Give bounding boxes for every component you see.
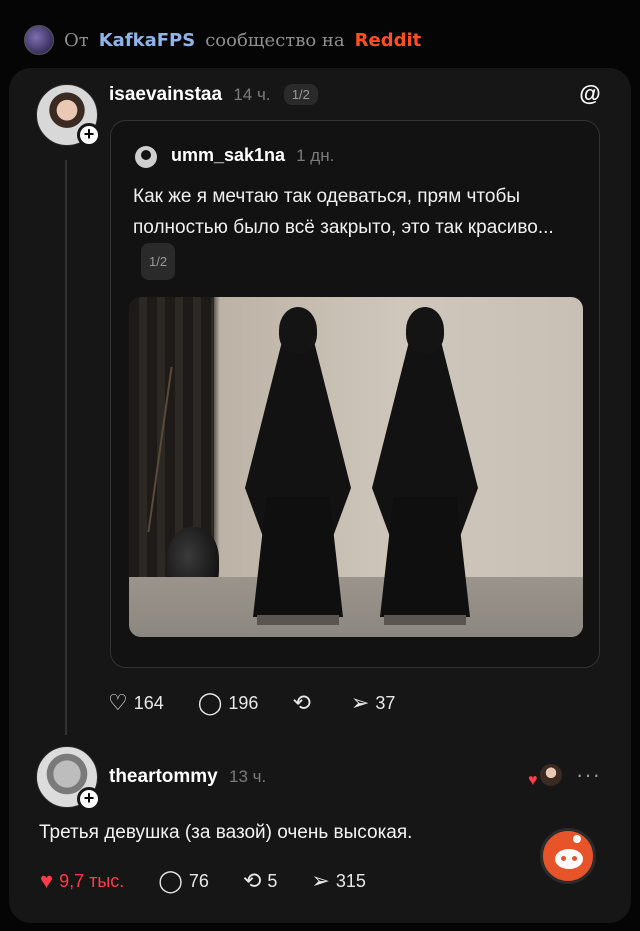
quoted-post[interactable]: umm_sak1na 1 дн. Как же я мечтаю так оде… [110, 120, 600, 668]
reply-text: Третья девушка (за вазой) очень высокая. [39, 822, 413, 843]
quote-body: Как же я мечтаю так одеваться, прям чтоб… [133, 186, 554, 238]
reply-like-button[interactable]: ♥ 9,7 тыс. [40, 868, 124, 894]
comment-icon: ◯ [158, 868, 183, 893]
reply-share-count: 315 [335, 870, 366, 891]
reddit-link[interactable]: Reddit [355, 30, 422, 51]
follow-plus-icon[interactable]: + [77, 787, 101, 811]
reply-repost-button[interactable]: ⟲ 5 [243, 868, 277, 894]
reply-repost-count: 5 [267, 870, 278, 891]
community-link[interactable]: KafkaFPS [99, 30, 196, 51]
source-prefix: От [64, 29, 89, 51]
heart-filled-icon: ♥ [40, 868, 54, 893]
reddit-source-bar: От KafkaFPS сообщество на Reddit [24, 24, 421, 56]
post-header: isaevainstaa 14 ч. 1/2 [109, 84, 318, 106]
reddit-snoo-icon [540, 828, 596, 884]
post-username[interactable]: isaevainstaa [109, 84, 222, 105]
reply-like-count: 9,7 тыс. [59, 870, 125, 891]
share-count: 37 [375, 692, 396, 713]
quote-header: umm_sak1na 1 дн. [171, 145, 334, 166]
post-actions: ♡ 164 ◯ 196 ⟲ ➢ 37 [108, 690, 429, 716]
thread-line [65, 160, 67, 735]
heart-icon: ♡ [108, 690, 128, 715]
photo-mannequin-left [239, 307, 357, 627]
share-button[interactable]: ➢ 37 [351, 690, 395, 716]
source-middle: сообщество на [205, 29, 345, 51]
quote-username[interactable]: umm_sak1na [171, 145, 285, 165]
quote-text: Как же я мечтаю так одеваться, прям чтоб… [133, 181, 583, 280]
reply-comment-count: 76 [188, 870, 209, 891]
quote-author-avatar[interactable] [135, 146, 157, 168]
share-icon: ➢ [311, 868, 330, 893]
heart-filled-icon: ♥ [528, 772, 538, 789]
like-button[interactable]: ♡ 164 [108, 690, 164, 716]
comment-count: 196 [228, 692, 259, 713]
repost-button[interactable]: ⟲ [292, 690, 316, 716]
photo-mannequin-right [366, 307, 484, 627]
liked-by-author: ♥ [528, 764, 562, 789]
repost-icon: ⟲ [292, 690, 311, 715]
threads-logo-icon: @ [579, 81, 601, 106]
post-page-indicator: 1/2 [283, 84, 318, 106]
community-avatar[interactable] [24, 25, 54, 55]
liked-by-avatar [540, 764, 562, 786]
quote-photo[interactable] [129, 297, 583, 637]
reply-time: 13 ч. [229, 767, 267, 786]
quote-time: 1 дн. [296, 146, 335, 165]
post-time: 14 ч. [233, 85, 271, 104]
comment-button[interactable]: ◯ 196 [198, 690, 259, 716]
follow-plus-icon[interactable]: + [77, 123, 101, 147]
reply-actions: ♥ 9,7 тыс. ◯ 76 ⟲ 5 ➢ 315 [40, 868, 400, 894]
reply-share-button[interactable]: ➢ 315 [311, 868, 365, 894]
like-count: 164 [133, 692, 164, 713]
share-icon: ➢ [350, 690, 370, 715]
quote-page-indicator: 1/2 [141, 243, 176, 280]
reply-username[interactable]: theartommy [109, 766, 218, 787]
comment-icon: ◯ [197, 690, 223, 715]
reply-header: theartommy 13 ч. [109, 766, 266, 788]
repost-icon: ⟲ [242, 868, 262, 893]
more-options-icon[interactable]: ··· [576, 762, 601, 788]
reply-comment-button[interactable]: ◯ 76 [158, 868, 209, 894]
